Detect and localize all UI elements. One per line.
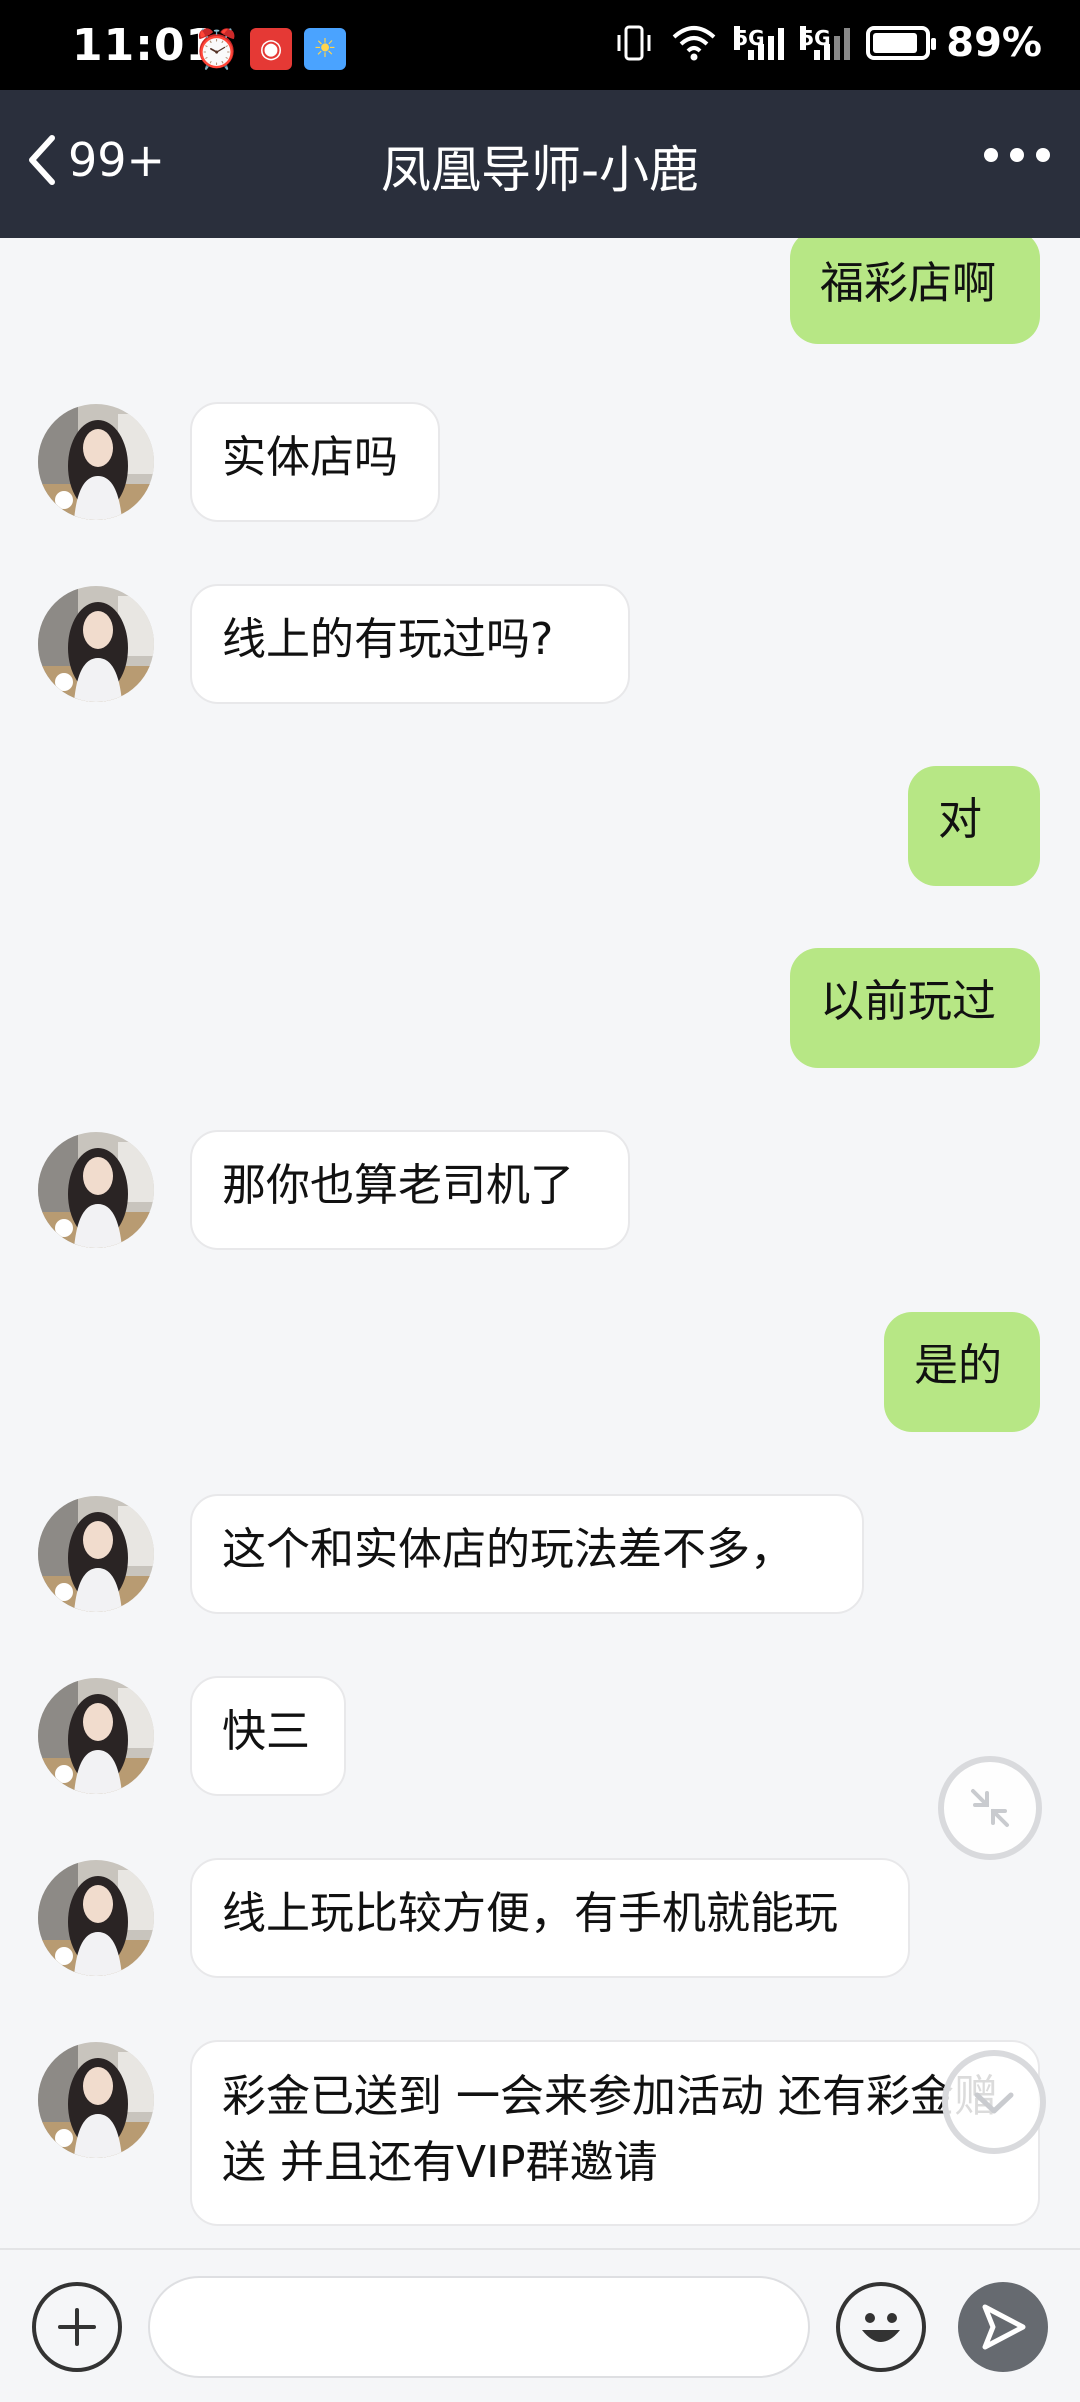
contact-avatar[interactable] [38,586,154,702]
music-app-icon: ◉ [250,28,292,70]
contact-avatar[interactable] [38,2042,154,2158]
chat-title: 凤凰导师-小鹿 [380,141,700,199]
emoji-button[interactable] [836,2282,926,2372]
status-notification-icons: ⏰ ◉ ☀ [193,26,346,71]
incoming-message-bubble[interactable]: 那你也算老司机了 [190,1130,630,1250]
battery-icon [866,26,937,60]
status-right-icons: 5G 5G 89% [614,20,1042,66]
add-button[interactable] [32,2282,122,2372]
contact-avatar[interactable] [38,1678,154,1794]
alarm-icon: ⏰ [193,26,241,71]
incoming-message-bubble[interactable]: 实体店吗 [190,402,440,522]
contact-avatar[interactable] [38,1860,154,1976]
wifi-icon [672,26,716,61]
collapse-button[interactable] [938,1756,1042,1860]
contact-avatar[interactable] [38,1496,154,1612]
message-input[interactable] [148,2276,810,2378]
incoming-message-bubble[interactable]: 这个和实体店的玩法差不多， [190,1494,864,1614]
weather-icon: ☀ [304,28,346,70]
outgoing-message-bubble[interactable]: 对 [908,766,1040,886]
more-dots-icon [984,148,998,162]
scroll-down-button[interactable] [942,2050,1046,2154]
incoming-message-bubble[interactable]: 快三 [190,1676,346,1796]
outgoing-message-bubble[interactable]: 是的 [884,1312,1040,1432]
battery-percent: 89% [946,20,1042,66]
contact-avatar[interactable] [38,404,154,520]
send-button[interactable] [958,2282,1048,2372]
signal-icon-1: 5G [734,26,785,60]
incoming-message-bubble[interactable]: 线上的有玩过吗? [190,584,630,704]
incoming-message-bubble[interactable]: 线上玩比较方便，有手机就能玩 [190,1858,910,1978]
status-bar: 11:01 ⏰ ◉ ☀ 5G 5G 89% [0,0,1080,90]
more-button[interactable] [984,148,1050,162]
chat-header: 99+ 凤凰导师-小鹿 [0,90,1080,238]
network-label-1: 5G [734,26,765,50]
send-icon [982,2304,1026,2350]
vibrate-icon [617,25,651,61]
chevron-down-icon [974,2092,1014,2114]
outgoing-message-bubble[interactable]: 福彩店啊 [790,238,1040,344]
incoming-message-bubble[interactable]: 彩金已送到 一会来参加活动 还有彩金赠送 并且还有VIP群邀请 [190,2040,1040,2226]
input-bar [0,2248,1080,2402]
contact-avatar[interactable] [38,1132,154,1248]
signal-icon-2: 5G [800,26,851,60]
smiley-icon [862,2313,900,2342]
battery-fill [873,33,918,53]
collapse-arrows-icon [971,1789,1009,1827]
outgoing-message-bubble[interactable]: 以前玩过 [790,948,1040,1068]
network-label-2: 5G [800,26,831,50]
message-list[interactable]: 福彩店啊实体店吗线上的有玩过吗? 对以前玩过那你也算老司机了是的 这个和实体店的玩法… [0,238,1080,2248]
plus-icon [58,2308,96,2346]
